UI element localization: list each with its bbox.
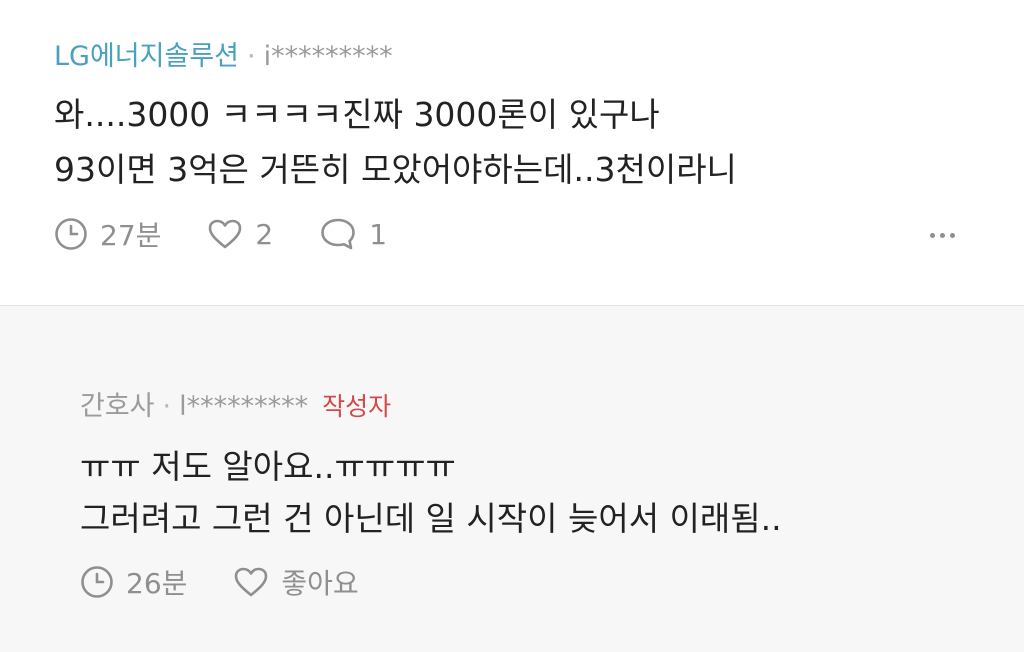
comment-text-line: 와....3000 ㅋㅋㅋㅋ진짜 3000론이 있구나 <box>54 95 660 134</box>
user-id: l********* <box>179 391 309 422</box>
time-label: 27분 <box>100 219 162 252</box>
comment-text-line: 그러려고 그런 건 아닌데 일 시작이 늦어서 이래됨.. <box>80 499 782 538</box>
like-label: 좋아요 <box>281 567 359 600</box>
comment-actions: 26분 좋아요 <box>80 562 405 602</box>
comment: LG에너지솔루션 · i********* 와....3000 ㅋㅋㅋㅋ진짜 300… <box>0 0 1024 306</box>
speech-bubble-icon <box>321 218 356 250</box>
like-count: 2 <box>255 217 274 251</box>
timestamp: 27분 <box>54 214 161 254</box>
timestamp: 26분 <box>80 562 187 602</box>
writer-badge: 작성자 <box>322 392 392 421</box>
time-label: 26분 <box>126 567 188 600</box>
reply-button[interactable]: 1 <box>319 217 387 251</box>
meta-separator: · <box>162 391 172 422</box>
comment-text-line: 93이면 3억은 거뜬히 모았어야하는데..3천이라니 <box>54 150 737 189</box>
clock-icon <box>55 218 87 250</box>
comment-meta: LG에너지솔루션 · i********* <box>54 34 393 73</box>
reply-count: 1 <box>369 217 388 251</box>
clock-icon <box>81 566 113 598</box>
heart-icon <box>235 567 268 597</box>
more-dots-icon[interactable] <box>930 233 955 238</box>
heart-icon <box>209 219 242 249</box>
user-id: i********* <box>263 41 393 72</box>
like-button[interactable]: 2 <box>207 218 273 251</box>
meta-separator: · <box>247 41 256 72</box>
comment-actions: 27분 2 1 <box>54 214 433 254</box>
comment-text-line: ㅠㅠ 저도 알아요..ㅠㅠㅠㅠ <box>80 447 456 486</box>
author-name[interactable]: LG에너지솔루션 <box>54 41 239 72</box>
like-button[interactable]: 좋아요 <box>233 562 359 602</box>
comment-meta: 간호사 · l********* 작성자 <box>80 384 391 423</box>
author-name[interactable]: 간호사 <box>80 391 155 422</box>
